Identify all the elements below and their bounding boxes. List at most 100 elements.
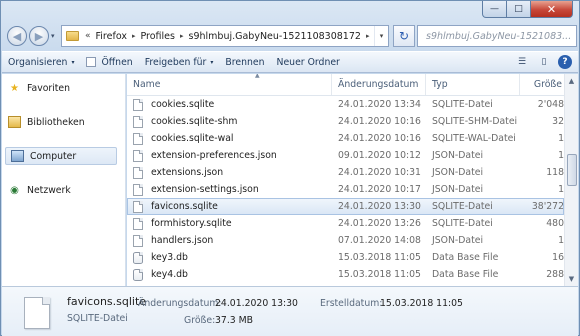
help-button[interactable]: ?: [558, 55, 572, 69]
column-header-size[interactable]: Größe: [520, 74, 564, 95]
refresh-button[interactable]: ↻: [393, 25, 415, 47]
file-type-cell: SQLITE-Datei: [432, 99, 493, 110]
refresh-icon: ↻: [398, 29, 410, 43]
open-button[interactable]: Öffnen: [80, 52, 138, 72]
maximize-button[interactable]: □: [507, 1, 531, 18]
file-icon: [133, 149, 143, 162]
nav-item-network[interactable]: ◉ Netzwerk: [8, 181, 71, 199]
column-header-date[interactable]: Änderungsdatum: [332, 74, 426, 95]
file-name: cookies.sqlite-wal: [151, 133, 234, 144]
file-date-cell: 15.03.2018 11:05: [338, 269, 421, 280]
breadcrumb-separator[interactable]: ▸: [178, 32, 186, 40]
organize-button[interactable]: Organisieren ▾: [2, 52, 80, 72]
recent-locations-dropdown[interactable]: ▾: [51, 32, 55, 40]
file-size-cell: 1: [558, 133, 564, 144]
file-type-cell: JSON-Datei: [432, 167, 484, 178]
scroll-up-arrow[interactable]: ▲: [565, 74, 578, 88]
file-name-cell: cookies.sqlite-shm: [127, 113, 332, 130]
overflow-chevron[interactable]: «: [83, 31, 93, 41]
new-folder-label: Neuer Ordner: [276, 56, 340, 68]
file-size-cell: 1: [558, 235, 564, 246]
file-name: key4.db: [151, 269, 188, 280]
breadcrumb-profiles[interactable]: Profiles: [137, 31, 178, 42]
breadcrumb-firefox[interactable]: Firefox: [93, 31, 130, 42]
nav-item-favorites[interactable]: ★ Favoriten: [8, 79, 70, 97]
file-row[interactable]: extension-settings.json 24.01.2020 10:17 J…: [127, 181, 564, 198]
file-date-cell: 15.03.2018 11:05: [338, 252, 421, 263]
file-row[interactable]: extension-preferences.json 09.01.2020 10:…: [127, 147, 564, 164]
file-row[interactable]: formhistory.sqlite 24.01.2020 13:26 SQLITE…: [127, 215, 564, 232]
detail-modified-label: Änderungsdatum:: [138, 298, 222, 309]
burn-button[interactable]: Brennen: [219, 52, 270, 72]
file-name: extensions.json: [151, 167, 224, 178]
address-bar[interactable]: « Firefox ▸ Profiles ▸ s9hlmbuj.GabyNeu-…: [61, 25, 389, 47]
file-icon: [133, 200, 143, 213]
file-row[interactable]: favicons.sqlite 24.01.2020 13:30 SQLITE-Da…: [127, 198, 564, 215]
file-row[interactable]: extensions.json 24.01.2020 10:31 JSON-Date…: [127, 164, 564, 181]
column-header-name[interactable]: Name: [127, 74, 332, 95]
nav-item-libraries[interactable]: Bibliotheken: [8, 113, 85, 131]
command-bar: Organisieren ▾ Öffnen Freigeben für ▾ Bren…: [2, 51, 578, 73]
forward-button[interactable]: ▶: [29, 26, 49, 46]
column-header-type[interactable]: Typ: [426, 74, 520, 95]
file-name-cell: handlers.json: [127, 232, 332, 249]
file-row[interactable]: key4.db 15.03.2018 11:05 Data Base File 288: [127, 266, 564, 283]
nav-item-label: Computer: [30, 150, 77, 162]
file-date-cell: 24.01.2020 10:31: [338, 167, 421, 178]
file-row[interactable]: cookies.sqlite-shm 24.01.2020 10:16 SQLITE…: [127, 113, 564, 130]
file-row[interactable]: key3.db 15.03.2018 11:05 Data Base File 16: [127, 249, 564, 266]
nav-item-computer[interactable]: Computer: [5, 147, 117, 165]
file-name-cell: formhistory.sqlite: [127, 215, 332, 232]
file-size-cell: 1: [558, 184, 564, 195]
detail-file-name: favicons.sqlite: [67, 295, 147, 308]
chevron-down-icon: ▾: [210, 58, 214, 66]
file-size-cell: 118: [546, 167, 564, 178]
minimize-button[interactable]: —: [482, 1, 507, 18]
file-icon: [133, 268, 143, 281]
file-date-cell: 24.01.2020 10:17: [338, 184, 421, 195]
file-size-cell: 480: [546, 218, 564, 229]
file-row[interactable]: cookies.sqlite-wal 24.01.2020 10:16 SQLITE…: [127, 130, 564, 147]
scroll-down-arrow[interactable]: ▼: [565, 272, 578, 286]
file-type-cell: Data Base File: [432, 269, 499, 280]
preview-pane-icon: ▯: [541, 57, 547, 67]
arrow-left-icon: ◀: [12, 29, 22, 43]
open-icon: [86, 57, 97, 67]
file-date-cell: 24.01.2020 13:26: [338, 218, 421, 229]
arrow-right-icon: ▶: [34, 29, 44, 43]
details-pane: favicons.sqlite SQLITE-Datei Änderungsda…: [2, 286, 578, 336]
breadcrumb-separator[interactable]: ▸: [364, 32, 372, 40]
burn-label: Brennen: [225, 56, 265, 68]
address-dropdown[interactable]: ▾: [374, 26, 388, 46]
file-name: formhistory.sqlite: [151, 218, 232, 229]
star-icon: ★: [10, 82, 19, 94]
file-icon: [24, 297, 50, 329]
scroll-thumb[interactable]: [567, 154, 577, 186]
new-folder-button[interactable]: Neuer Ordner: [271, 52, 346, 72]
file-name: extension-preferences.json: [151, 150, 277, 161]
close-button[interactable]: ✕: [531, 1, 573, 18]
file-row[interactable]: cookies.sqlite 24.01.2020 13:34 SQLITE-Dat…: [127, 96, 564, 113]
open-label: Öffnen: [101, 56, 133, 68]
file-row[interactable]: handlers.json 07.01.2020 14:08 JSON-Datei 1: [127, 232, 564, 249]
file-type-cell: JSON-Datei: [432, 184, 484, 195]
file-name-cell: cookies.sqlite-wal: [127, 130, 332, 147]
breadcrumb-separator[interactable]: ▸: [130, 32, 138, 40]
back-button[interactable]: ◀: [7, 26, 27, 46]
file-size-cell: 38'272: [531, 201, 564, 212]
file-name-cell: favicons.sqlite: [127, 198, 332, 215]
breadcrumb-profile-folder[interactable]: s9hlmbuj.GabyNeu-1521108308172: [186, 31, 364, 42]
change-view-button[interactable]: ☰: [514, 55, 530, 69]
share-button[interactable]: Freigeben für ▾: [139, 52, 220, 72]
file-icon: [133, 217, 143, 230]
search-input[interactable]: s9hlmbuj.GabyNeu-1521083...: [417, 25, 577, 47]
file-date-cell: 07.01.2020 14:08: [338, 235, 421, 246]
file-icon: [133, 132, 143, 145]
file-date-cell: 24.01.2020 10:16: [338, 133, 421, 144]
file-name: extension-settings.json: [151, 184, 259, 195]
vertical-scrollbar[interactable]: ▲ ▼: [564, 74, 578, 286]
library-icon: [8, 116, 21, 128]
detail-created-value: 15.03.2018 11:05: [380, 298, 463, 309]
organize-label: Organisieren: [8, 56, 68, 68]
preview-pane-button[interactable]: ▯: [536, 55, 552, 69]
